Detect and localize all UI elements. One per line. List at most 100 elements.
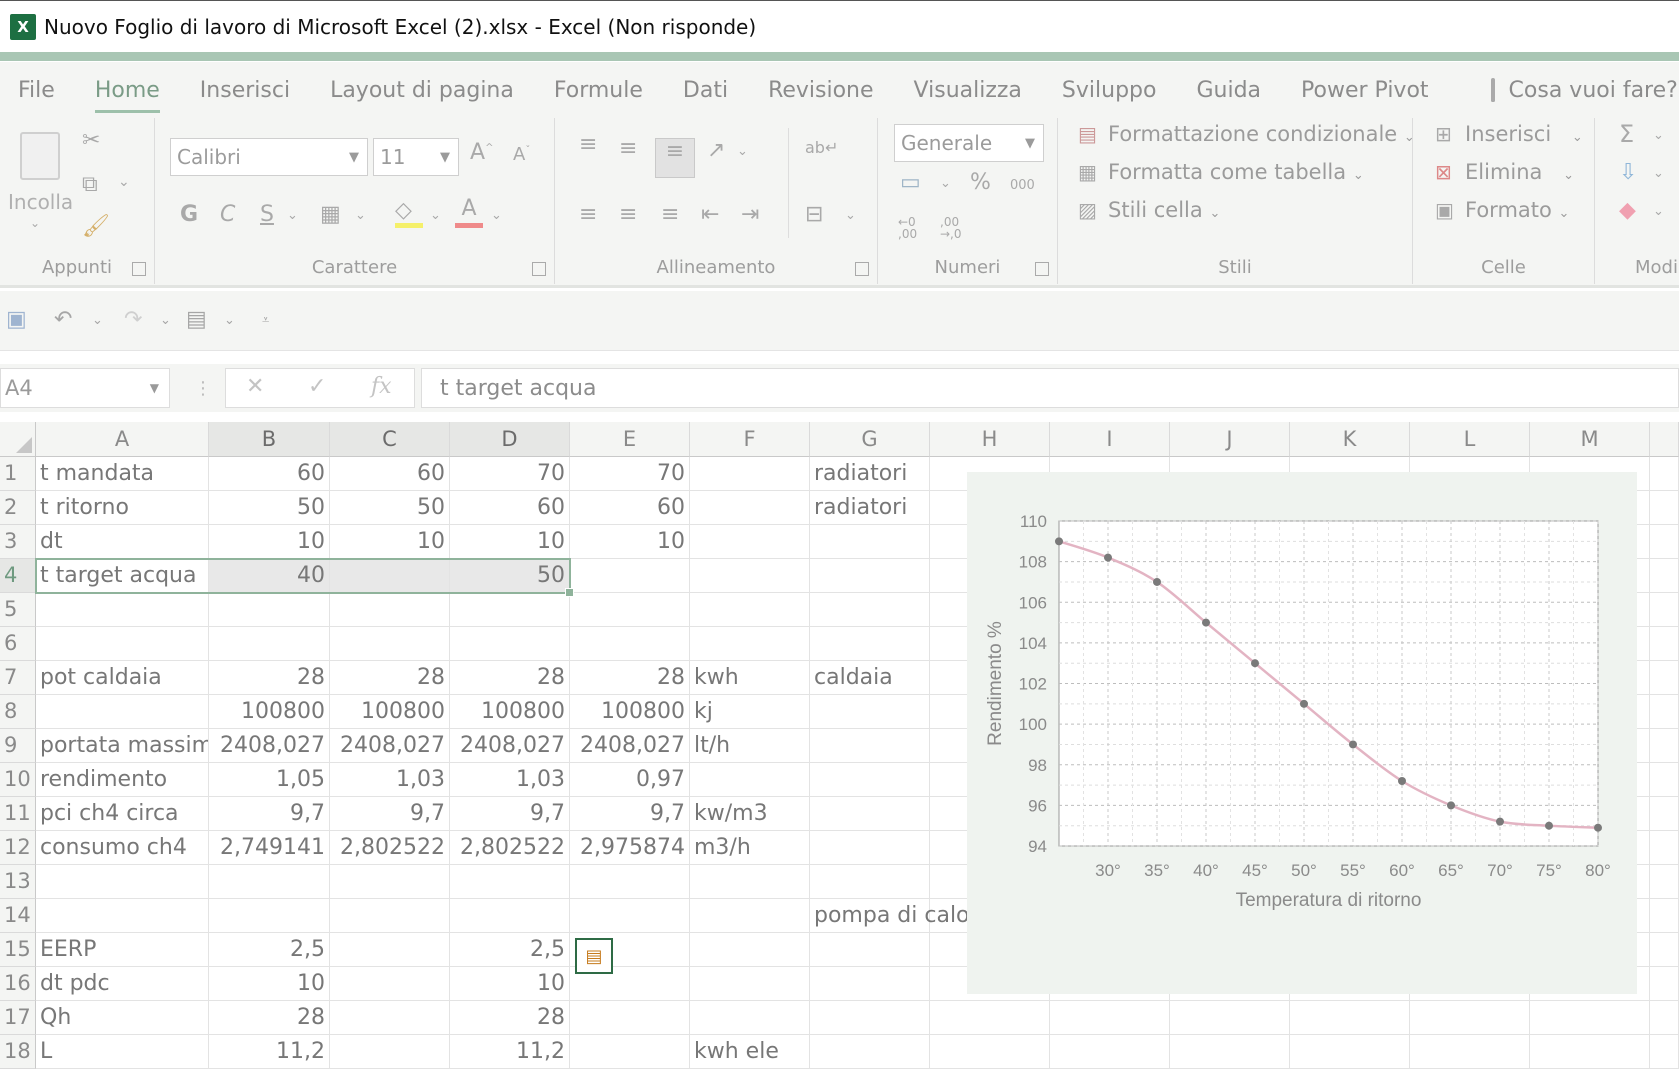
cell-b7[interactable]: 28 [209,661,330,695]
delete-cells-button[interactable]: Elimina ⌄ [1465,160,1574,184]
cell-d18[interactable]: 11,2 [450,1035,570,1069]
cell-g12[interactable] [810,831,930,865]
cell-b8[interactable]: 100800 [209,695,330,729]
tab-revisione[interactable]: Revisione [768,78,873,103]
cell-e3[interactable]: 10 [570,525,690,559]
cell-g9[interactable] [810,729,930,763]
cell-f8[interactable]: kj [690,695,810,729]
row-header-9[interactable]: 9 [0,729,36,763]
cell-b1[interactable]: 60 [209,457,330,491]
tab-layout[interactable]: Layout di pagina [330,78,514,103]
cell-a17[interactable]: Qh [36,1001,209,1035]
percent-button[interactable]: % [970,170,991,195]
column-header-partial[interactable] [1650,422,1679,457]
format-table-button[interactable]: Formatta come tabella ⌄ [1108,160,1364,184]
cell-e6[interactable] [570,627,690,661]
cell-partial-16[interactable] [1650,967,1679,1001]
cell-f2[interactable] [690,491,810,525]
cell-partial-9[interactable] [1650,729,1679,763]
formula-input[interactable]: t target acqua [421,368,1679,408]
cell-partial-3[interactable] [1650,525,1679,559]
cell-c2[interactable]: 50 [330,491,450,525]
cell-c12[interactable]: 2,802522 [330,831,450,865]
cell-m18[interactable] [1530,1035,1650,1069]
font-size-select[interactable]: 11 ▼ [373,138,459,176]
cell-e2[interactable]: 60 [570,491,690,525]
cell-partial-2[interactable] [1650,491,1679,525]
conditional-format-button[interactable]: Formattazione condizionale ⌄ [1108,122,1415,146]
cell-e18[interactable] [570,1035,690,1069]
cell-c3[interactable]: 10 [330,525,450,559]
cell-b13[interactable] [209,865,330,899]
bold-button[interactable]: G [180,202,198,227]
column-header-h[interactable]: H [930,422,1050,457]
cell-d5[interactable] [450,593,570,627]
cell-d10[interactable]: 1,03 [450,763,570,797]
chevron-down-icon[interactable]: ⌄ [845,208,856,223]
cell-f10[interactable] [690,763,810,797]
cell-j18[interactable] [1170,1035,1290,1069]
cell-m17[interactable] [1530,1001,1650,1035]
cell-g3[interactable] [810,525,930,559]
cell-partial-13[interactable] [1650,865,1679,899]
font-name-select[interactable]: Calibri ▼ [170,138,368,176]
cell-f11[interactable]: kw/m3 [690,797,810,831]
paste-options-icon[interactable]: ▤ [575,938,613,974]
cell-partial-15[interactable] [1650,933,1679,967]
row-header-18[interactable]: 18 [0,1035,36,1069]
cell-g6[interactable] [810,627,930,661]
cell-b18[interactable]: 11,2 [209,1035,330,1069]
cell-partial-12[interactable] [1650,831,1679,865]
cell-g10[interactable] [810,763,930,797]
cell-g13[interactable] [810,865,930,899]
column-header-i[interactable]: I [1050,422,1170,457]
form-icon[interactable]: ▤ [186,307,207,332]
name-box[interactable]: A4 ▼ [0,368,170,408]
cell-partial-4[interactable] [1650,559,1679,593]
cell-partial-11[interactable] [1650,797,1679,831]
cell-partial-6[interactable] [1650,627,1679,661]
dialog-launcher-icon[interactable] [532,262,546,276]
align-bottom-icon[interactable]: ≡ [655,138,695,178]
chevron-down-icon[interactable]: ⌄ [92,313,103,328]
cell-f6[interactable] [690,627,810,661]
row-header-3[interactable]: 3 [0,525,36,559]
cell-c9[interactable]: 2408,027 [330,729,450,763]
cell-a12[interactable]: consumo ch4 [36,831,209,865]
cell-c11[interactable]: 9,7 [330,797,450,831]
row-header-12[interactable]: 12 [0,831,36,865]
cell-g15[interactable] [810,933,930,967]
cell-e9[interactable]: 2408,027 [570,729,690,763]
row-header-10[interactable]: 10 [0,763,36,797]
cell-d17[interactable]: 28 [450,1001,570,1035]
cell-d15[interactable]: 2,5 [450,933,570,967]
cell-a9[interactable]: portata massima [36,729,209,763]
cell-f13[interactable] [690,865,810,899]
cell-d6[interactable] [450,627,570,661]
column-header-e[interactable]: E [570,422,690,457]
cell-e12[interactable]: 2,975874 [570,831,690,865]
cell-a15[interactable]: EERP [36,933,209,967]
column-header-m[interactable]: M [1530,422,1650,457]
increase-decimal-button[interactable]: ←0 ,00 [898,216,928,240]
cell-g8[interactable] [810,695,930,729]
cell-c14[interactable] [330,899,450,933]
chart-area[interactable]: 94 96 98 100 102 104 106 108 110 30° 35° 40° 45° 50° 5… [967,472,1637,994]
cell-a5[interactable] [36,593,209,627]
format-cells-button[interactable]: Formato ⌄ [1465,198,1569,222]
cell-h18[interactable] [930,1035,1050,1069]
cell-c4[interactable] [330,559,450,593]
underline-button[interactable]: S [260,202,274,227]
cell-a11[interactable]: pci ch4 circa [36,797,209,831]
cell-d16[interactable]: 10 [450,967,570,1001]
column-header-b[interactable]: B [209,422,330,457]
cell-f3[interactable] [690,525,810,559]
cell-l17[interactable] [1410,1001,1530,1035]
decrease-indent-icon[interactable]: ⇤ [701,202,719,227]
cell-d7[interactable]: 28 [450,661,570,695]
chevron-down-icon[interactable]: ⌄ [1653,166,1664,181]
tab-visualizza[interactable]: Visualizza [914,78,1022,103]
chevron-down-icon[interactable]: ⌄ [160,313,171,328]
chevron-down-icon[interactable]: ⌄ [287,208,298,223]
select-all-button[interactable] [0,422,36,457]
